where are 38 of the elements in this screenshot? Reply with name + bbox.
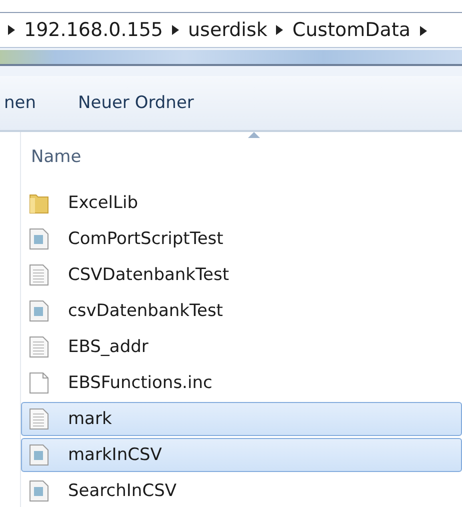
file-row[interactable]: EBS_addr <box>21 330 462 364</box>
file-name: ComPortScriptTest <box>68 229 224 249</box>
file-name: CSVDatenbankTest <box>68 265 230 285</box>
breadcrumb-arrow-icon <box>172 25 180 35</box>
toolbar-button[interactable]: nen <box>4 93 36 113</box>
breadcrumb[interactable]: 192.168.0.155 <box>24 19 164 41</box>
script-file-icon <box>29 480 49 502</box>
breadcrumb[interactable]: userdisk <box>188 19 268 41</box>
breadcrumb-arrow-icon <box>276 25 284 35</box>
script-file-icon <box>29 300 49 322</box>
file-name: EBSFunctions.inc <box>68 373 212 393</box>
file-row[interactable]: CSVDatenbankTest <box>21 258 462 292</box>
address-bar[interactable]: 192.168.0.155 userdisk CustomData <box>0 12 462 48</box>
text-file-icon <box>29 336 49 358</box>
file-row[interactable]: markInCSV <box>21 438 462 472</box>
text-file-icon <box>29 264 49 286</box>
breadcrumb-arrow-icon <box>420 26 427 36</box>
file-name: ExcelLib <box>68 193 138 213</box>
text-file-icon <box>29 408 49 430</box>
file-name: markInCSV <box>68 445 162 465</box>
breadcrumb-arrow-icon <box>8 25 15 35</box>
file-name: SearchInCSV <box>68 481 176 501</box>
file-name: EBS_addr <box>68 337 148 357</box>
folder-icon <box>29 192 49 214</box>
file-row[interactable]: EBSFunctions.inc <box>21 366 462 400</box>
breadcrumb[interactable]: CustomData <box>292 19 411 41</box>
toolbar-button[interactable]: Neuer Ordner <box>78 93 194 113</box>
file-icon <box>29 372 49 394</box>
file-row[interactable]: mark <box>21 402 462 436</box>
script-file-icon <box>29 228 49 250</box>
script-file-icon <box>29 444 49 466</box>
file-row[interactable]: SearchInCSV <box>21 474 462 507</box>
file-name: mark <box>68 409 112 429</box>
file-row[interactable]: ComPortScriptTest <box>21 222 462 256</box>
file-row[interactable]: ExcelLib <box>21 186 462 220</box>
file-row[interactable]: csvDatenbankTest <box>21 294 462 328</box>
file-name: csvDatenbankTest <box>68 301 223 321</box>
column-header[interactable]: Name <box>31 147 82 167</box>
